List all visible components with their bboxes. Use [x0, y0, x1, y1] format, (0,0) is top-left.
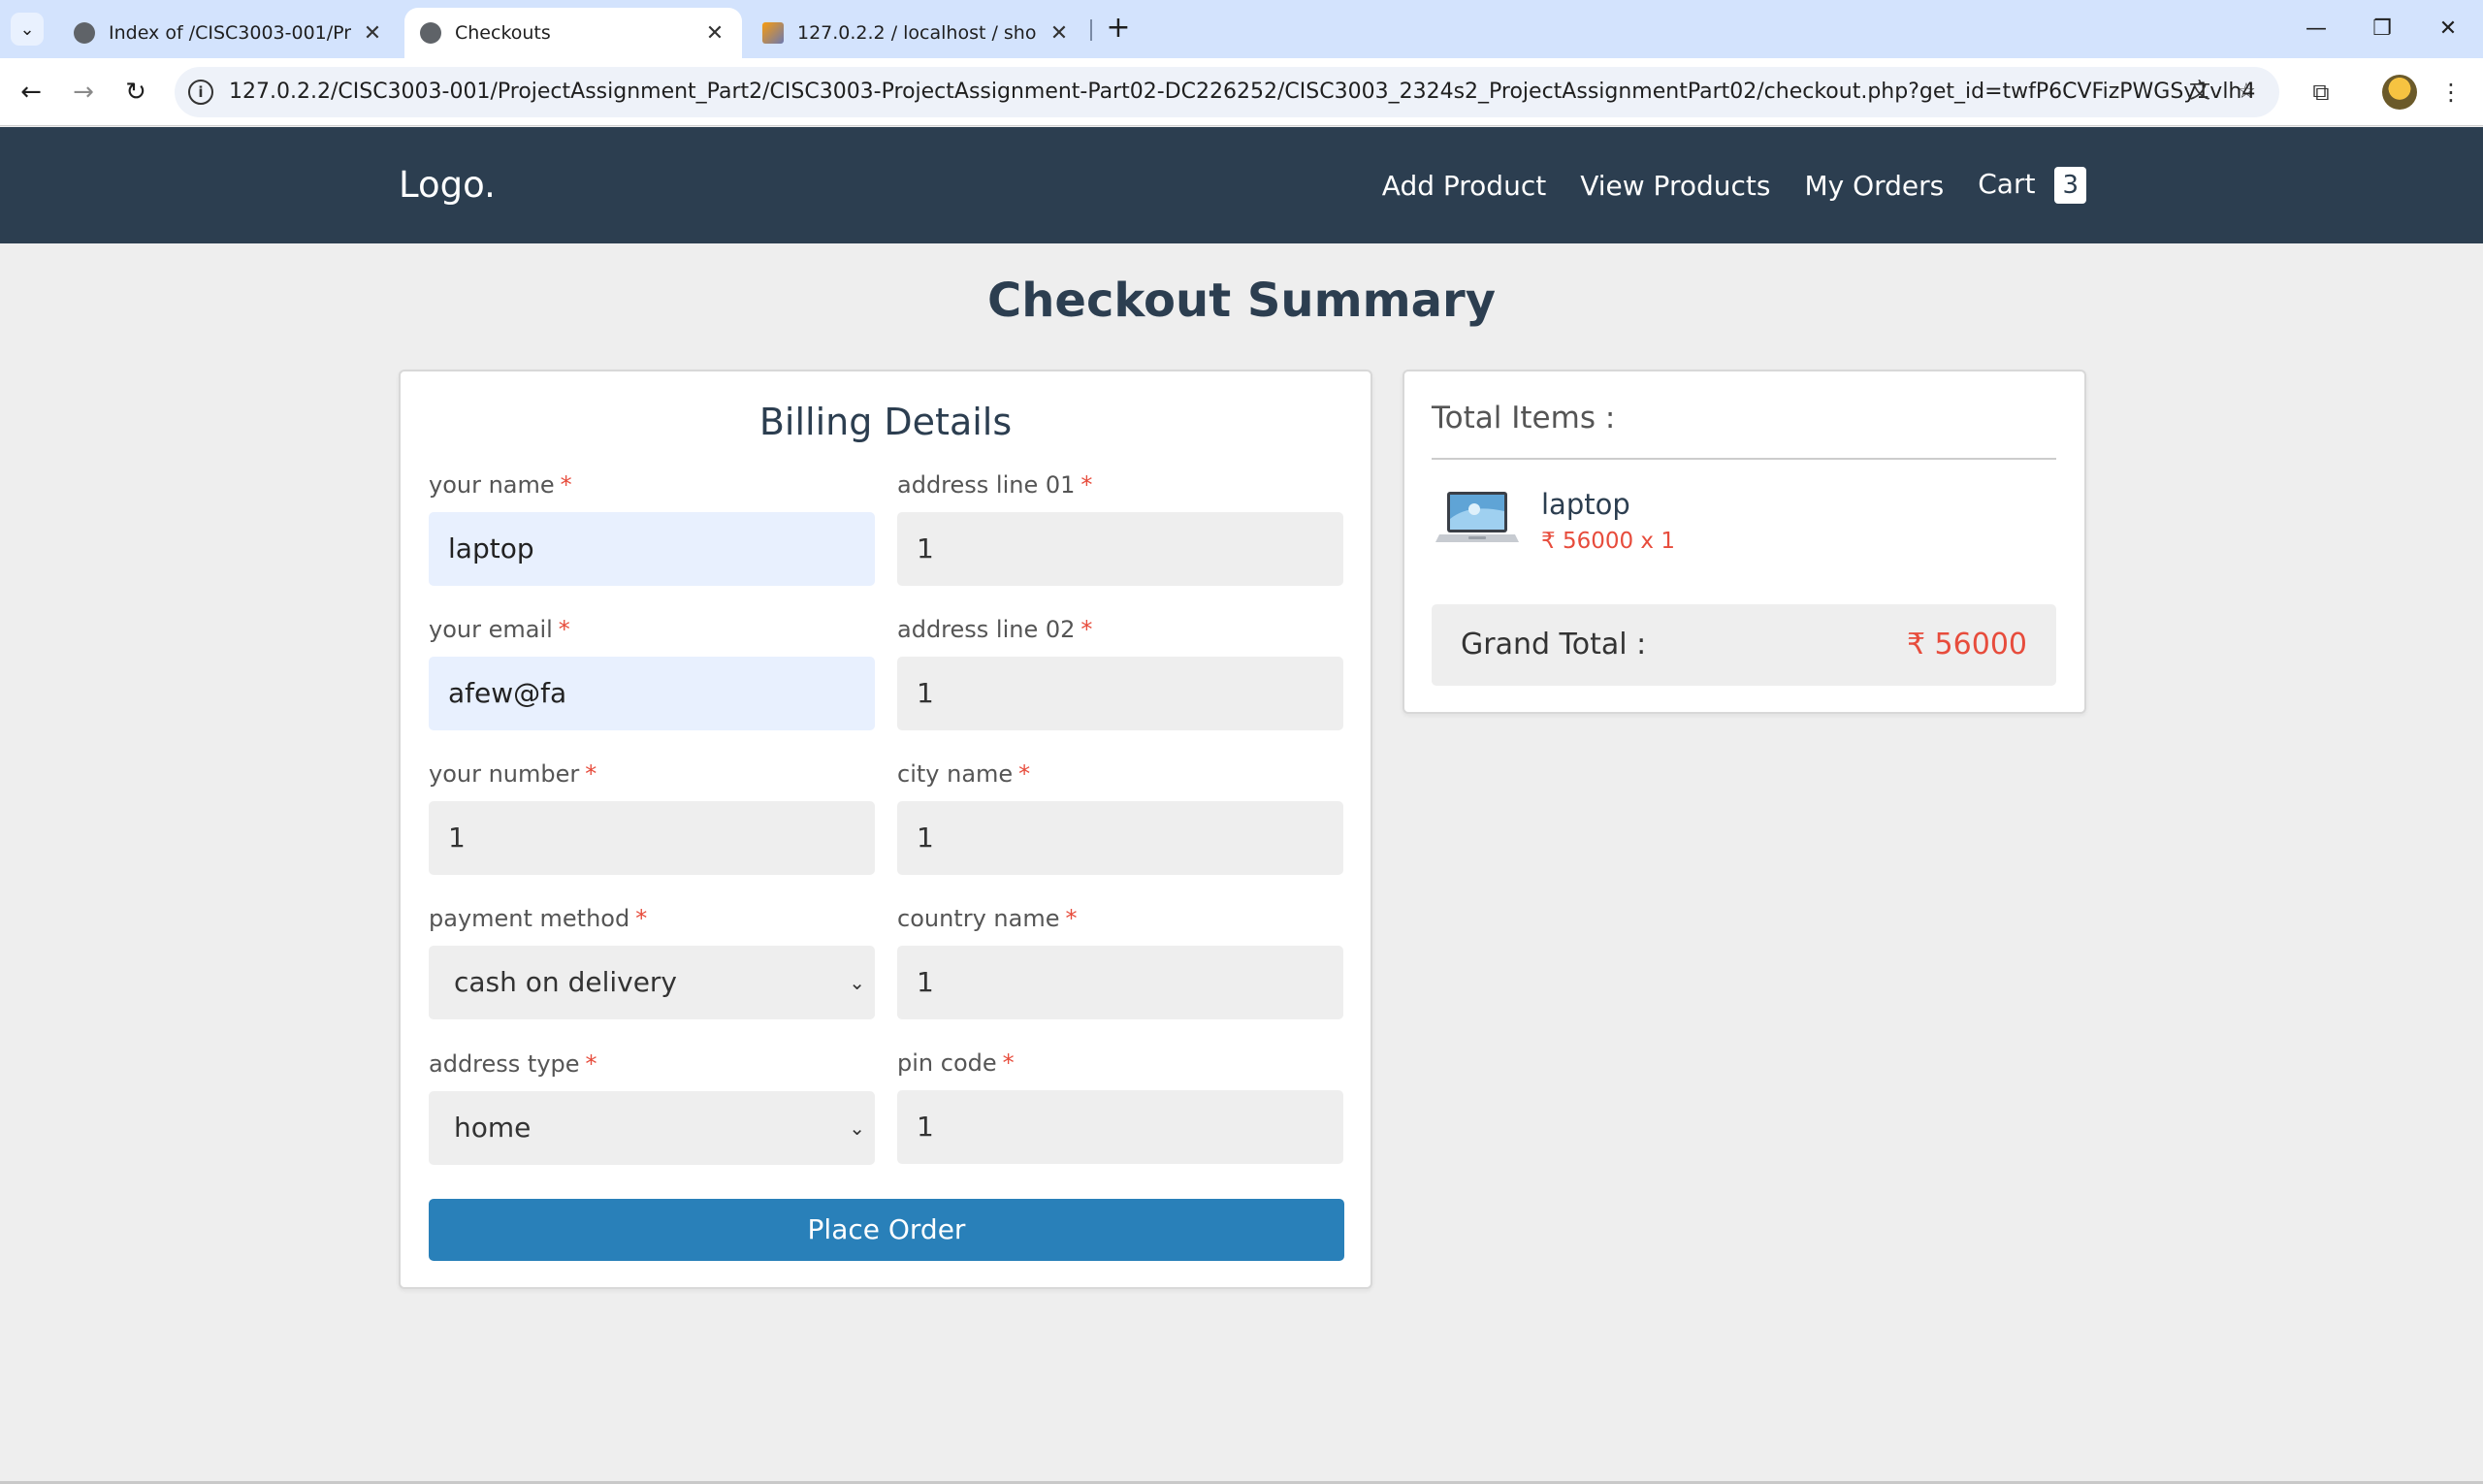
address1-label: address line 01 * [897, 471, 1093, 499]
page-title: Checkout Summary [987, 274, 1496, 328]
grand-total-value: ₹ 56000 [1906, 628, 2027, 661]
nav-add-product[interactable]: Add Product [1382, 170, 1546, 202]
email-field-group: your email * afew@fa [429, 616, 875, 730]
close-icon[interactable]: ✕ [1048, 21, 1071, 46]
new-tab-button[interactable]: + [1102, 12, 1135, 45]
city-label: city name * [897, 760, 1031, 788]
laptop-product-image [1435, 492, 1519, 542]
tab-separator [1090, 19, 1092, 41]
summary-title: Total Items : [1432, 401, 1616, 436]
translate-icon[interactable]: 文 [2186, 79, 2213, 106]
address-type-value: home [454, 1112, 532, 1144]
extensions-icon[interactable]: ⧉ [2305, 76, 2338, 109]
address2-label: address line 02 * [897, 616, 1093, 643]
browser-toolbar: ← → ↻ i 127.0.2.2/CISC3003-001/ProjectAs… [0, 58, 2483, 126]
site-header: Logo. Add Product View Products My Order… [0, 127, 2483, 243]
tab-title: Index of /CISC3003-001/Proje [109, 22, 351, 44]
order-summary: Total Items : laptop ₹ 56000 x 1 Grand T… [1403, 370, 2086, 714]
required-mark: * [635, 905, 648, 932]
billing-heading: Billing Details [758, 401, 1013, 443]
required-mark: * [1065, 905, 1078, 932]
payment-method-select[interactable]: cash on delivery ⌄ [429, 946, 875, 1019]
site-nav: Add Product View Products My Orders Cart… [1348, 127, 2086, 243]
address2-field-group: address line 02 * 1 [897, 616, 1343, 730]
tab-search-chevron-icon[interactable]: ⌄ [11, 13, 44, 46]
restore-icon[interactable]: ❐ [2353, 10, 2411, 48]
grand-total-row: Grand Total : ₹ 56000 [1432, 604, 2056, 686]
browser-tab-active[interactable]: Checkouts ✕ [404, 8, 742, 58]
address1-field-group: address line 01 * 1 [897, 471, 1343, 586]
city-field-group: city name * 1 [897, 760, 1343, 875]
payment-label: payment method * [429, 905, 648, 932]
name-input[interactable]: laptop [429, 512, 875, 586]
minimize-icon[interactable]: — [2287, 10, 2345, 48]
forward-arrow-icon[interactable]: → [66, 75, 101, 110]
browser-tab[interactable]: Index of /CISC3003-001/Proje ✕ [58, 8, 400, 58]
tab-title: Checkouts [455, 22, 551, 44]
country-field-group: country name * 1 [897, 905, 1343, 1019]
address-type-label: address type * [429, 1050, 597, 1078]
pin-field-group: pin code * 1 [897, 1049, 1343, 1164]
item-price: ₹ 56000 x 1 [1541, 529, 1675, 554]
window-close-icon[interactable]: ✕ [2419, 10, 2477, 48]
country-input[interactable]: 1 [897, 946, 1343, 1019]
chevron-down-icon: ⌄ [849, 971, 865, 994]
required-mark: * [558, 616, 570, 643]
nav-my-orders[interactable]: My Orders [1804, 170, 1944, 202]
reload-icon[interactable]: ↻ [118, 75, 153, 110]
required-mark: * [560, 471, 572, 499]
url-text[interactable]: 127.0.2.2/CISC3003-001/ProjectAssignment… [229, 67, 2255, 117]
nav-view-products[interactable]: View Products [1580, 170, 1770, 202]
summary-divider [1432, 458, 2056, 460]
phpmyadmin-icon [762, 22, 784, 44]
nav-cart-label: Cart [1978, 168, 2036, 200]
required-mark: * [585, 1050, 597, 1078]
item-name: laptop [1541, 488, 1630, 521]
site-info-icon[interactable]: i [188, 80, 213, 105]
number-field-group: your number * 1 [429, 760, 875, 875]
payment-field-group: payment method * cash on delivery ⌄ [429, 905, 875, 1019]
tab-title: 127.0.2.2 / localhost / shop_d [797, 22, 1038, 44]
back-arrow-icon[interactable]: ← [14, 75, 48, 110]
required-mark: * [1002, 1049, 1015, 1077]
city-input[interactable]: 1 [897, 801, 1343, 875]
bookmark-star-icon[interactable]: ☆ [2233, 79, 2260, 106]
number-input[interactable]: 1 [429, 801, 875, 875]
browser-tab-strip: ⌄ Index of /CISC3003-001/Proje ✕ Checkou… [0, 0, 2483, 58]
browser-tab[interactable]: 127.0.2.2 / localhost / shop_d ✕ [747, 8, 1086, 58]
menu-kebab-icon[interactable]: ⋮ [2435, 76, 2467, 109]
address-type-select[interactable]: home ⌄ [429, 1091, 875, 1165]
address2-input[interactable]: 1 [897, 657, 1343, 730]
name-field-group: your name * laptop [429, 471, 875, 586]
address-type-field-group: address type * home ⌄ [429, 1050, 875, 1165]
required-mark: * [1080, 616, 1093, 643]
email-label: your email * [429, 616, 570, 643]
close-icon[interactable]: ✕ [361, 21, 384, 46]
profile-avatar[interactable] [2382, 75, 2417, 110]
chevron-down-icon: ⌄ [849, 1116, 865, 1140]
globe-icon [420, 22, 441, 44]
email-input[interactable]: afew@fa [429, 657, 875, 730]
name-label: your name * [429, 471, 572, 499]
payment-method-value: cash on delivery [454, 966, 678, 998]
required-mark: * [1018, 760, 1031, 788]
number-label: your number * [429, 760, 597, 788]
required-mark: * [585, 760, 597, 788]
place-order-button[interactable]: Place Order [429, 1199, 1344, 1261]
country-label: country name * [897, 905, 1078, 932]
billing-form: Billing Details your name * laptop your e… [399, 370, 1372, 1289]
pin-label: pin code * [897, 1049, 1015, 1077]
required-mark: * [1080, 471, 1093, 499]
site-logo[interactable]: Logo. [399, 127, 496, 243]
grand-total-label: Grand Total : [1461, 628, 1647, 661]
address-bar[interactable]: i 127.0.2.2/CISC3003-001/ProjectAssignme… [175, 67, 2279, 117]
globe-icon [74, 22, 95, 44]
cart-count-badge: 3 [2054, 167, 2086, 204]
nav-cart[interactable]: Cart 3 [1978, 167, 2086, 204]
close-icon[interactable]: ✕ [703, 21, 726, 46]
pin-code-input[interactable]: 1 [897, 1090, 1343, 1164]
address1-input[interactable]: 1 [897, 512, 1343, 586]
